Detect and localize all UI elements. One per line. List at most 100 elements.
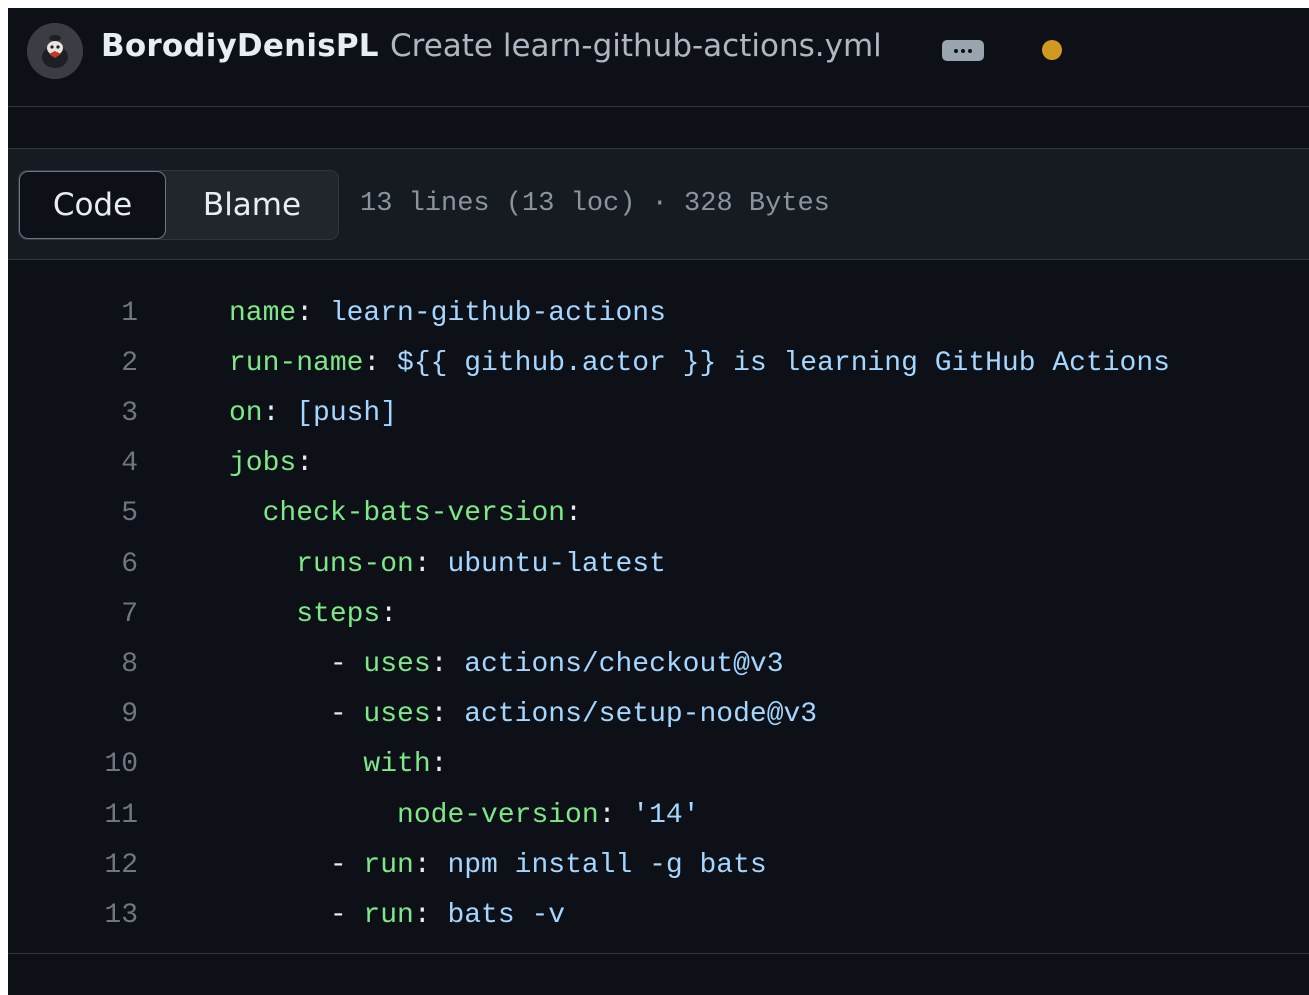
line-number[interactable]: 6 [121,549,138,580]
yaml-value: actions/setup-node@v3 [464,699,818,731]
line-source: runs-on: ubuntu-latest [229,549,666,580]
line-number[interactable]: 3 [121,398,138,429]
indent-and-dash: - [229,849,364,881]
line-source: check-bats-version: [229,498,582,529]
line-number[interactable]: 5 [121,498,138,529]
yaml-key: name [229,297,297,329]
yaml-colon: : [262,397,297,429]
commit-message-link[interactable]: Create learn-github-actions.yml [390,28,882,64]
line-number[interactable]: 2 [121,348,138,379]
line-number[interactable]: 7 [121,599,138,630]
yaml-value: actions/checkout@v3 [464,648,784,680]
yaml-key: run-name [229,347,364,379]
blame-tab[interactable]: Blame [166,171,338,239]
line-number[interactable]: 4 [121,448,138,479]
line-number[interactable]: 8 [121,649,138,680]
yaml-key: with [363,749,431,781]
line-source: - uses: actions/setup-node@v3 [229,699,817,730]
yaml-key: steps [296,598,381,630]
indent-and-dash [229,498,263,529]
latest-commit-bar: BorodiyDenisPL Create learn-github-actio… [8,8,1309,106]
yaml-key: jobs [229,448,297,480]
ellipsis-dot [961,48,965,53]
code-line: 4 jobs: [8,439,1309,489]
indent-and-dash [229,599,296,630]
indent-and-dash: - [229,699,364,731]
code-line: 5 check-bats-version: [8,489,1309,539]
yaml-value: '14' [632,799,700,831]
code-line: 13 - run: bats -v [8,890,1309,940]
code-line: 2 run-name: ${{ github.actor }} is learni… [8,338,1309,388]
code-line: 1 name: learn-github-actions [8,288,1309,338]
yaml-colon: : [565,498,582,530]
indent-and-dash [229,800,397,831]
line-source: - run: npm install -g bats [229,850,767,881]
yaml-value: learn-github-actions [329,297,666,329]
pending-status-dot-icon[interactable] [1042,40,1062,60]
line-source: run-name: ${{ github.actor }} is learnin… [229,348,1170,379]
line-source: with: [229,749,447,780]
code-line: 12 - run: npm install -g bats [8,840,1309,890]
yaml-value: bats -v [447,899,566,931]
ellipsis-dot [954,48,958,53]
code-line: 8 - uses: actions/checkout@v3 [8,639,1309,689]
code-line: 11 node-version: '14' [8,790,1309,840]
yaml-key: check-bats-version [262,498,566,530]
code-view[interactable]: 1 name: learn-github-actions 2 run-name: ${… [8,261,1309,953]
code-line: 10 with: [8,740,1309,790]
line-number[interactable]: 13 [104,900,138,931]
yaml-colon: : [296,297,330,329]
line-source: node-version: '14' [229,799,700,831]
code-line: 6 runs-on: ubuntu-latest [8,539,1309,589]
line-source: jobs: [229,448,313,479]
yaml-colon: : [430,648,465,680]
yaml-value: ubuntu-latest [447,548,666,580]
line-number[interactable]: 1 [121,298,138,329]
yaml-key: on [229,397,263,429]
line-number[interactable]: 10 [104,749,138,780]
indent-and-dash: - [229,899,364,931]
spacer [8,107,1309,148]
yaml-colon: : [413,899,448,931]
line-source: on: [push] [229,398,397,429]
code-blame-toggle: Code Blame [18,170,339,240]
yaml-colon: : [430,699,465,731]
line-number[interactable]: 12 [104,850,138,881]
yaml-colon: : [430,749,448,781]
indent-and-dash [229,749,363,780]
file-info: 13 lines (13 loc) · 328 Bytes [360,189,830,219]
indent-and-dash [229,549,296,580]
line-source: - uses: actions/checkout@v3 [229,649,784,680]
ellipsis-dot [968,48,972,53]
code-line: 9 - uses: actions/setup-node@v3 [8,690,1309,740]
yaml-key: run [363,899,414,931]
divider [8,953,1309,954]
file-toolbar: Code Blame 13 lines (13 loc) · 328 Bytes [8,148,1309,260]
yaml-value: [push] [296,397,398,429]
yaml-colon: : [598,799,633,831]
file-view: BorodiyDenisPL Create learn-github-actio… [8,8,1309,995]
line-number[interactable]: 11 [104,800,138,831]
yaml-key: uses [363,648,431,680]
code-line: 3 on: [push] [8,388,1309,438]
yaml-colon: : [380,598,398,630]
line-source: steps: [229,599,397,630]
yaml-colon: : [296,448,314,480]
yaml-colon: : [413,548,448,580]
line-number[interactable]: 9 [121,699,138,730]
yaml-key: run [363,849,414,881]
yaml-value: npm install -g bats [447,849,767,881]
yaml-key: uses [363,699,431,731]
yaml-key: node-version [397,799,599,831]
commit-author-link[interactable]: BorodiyDenisPL [101,28,379,64]
code-line: 7 steps: [8,589,1309,639]
line-source: name: learn-github-actions [229,298,666,329]
line-source: - run: bats -v [229,900,565,931]
author-avatar[interactable] [27,23,83,79]
indent-and-dash: - [229,648,364,680]
avatar-image [27,23,83,79]
ellipsis-icon[interactable] [942,40,984,61]
yaml-value: ${{ github.actor }} is learning GitHub A… [397,347,1170,379]
yaml-colon: : [363,347,398,379]
code-tab[interactable]: Code [19,171,166,239]
